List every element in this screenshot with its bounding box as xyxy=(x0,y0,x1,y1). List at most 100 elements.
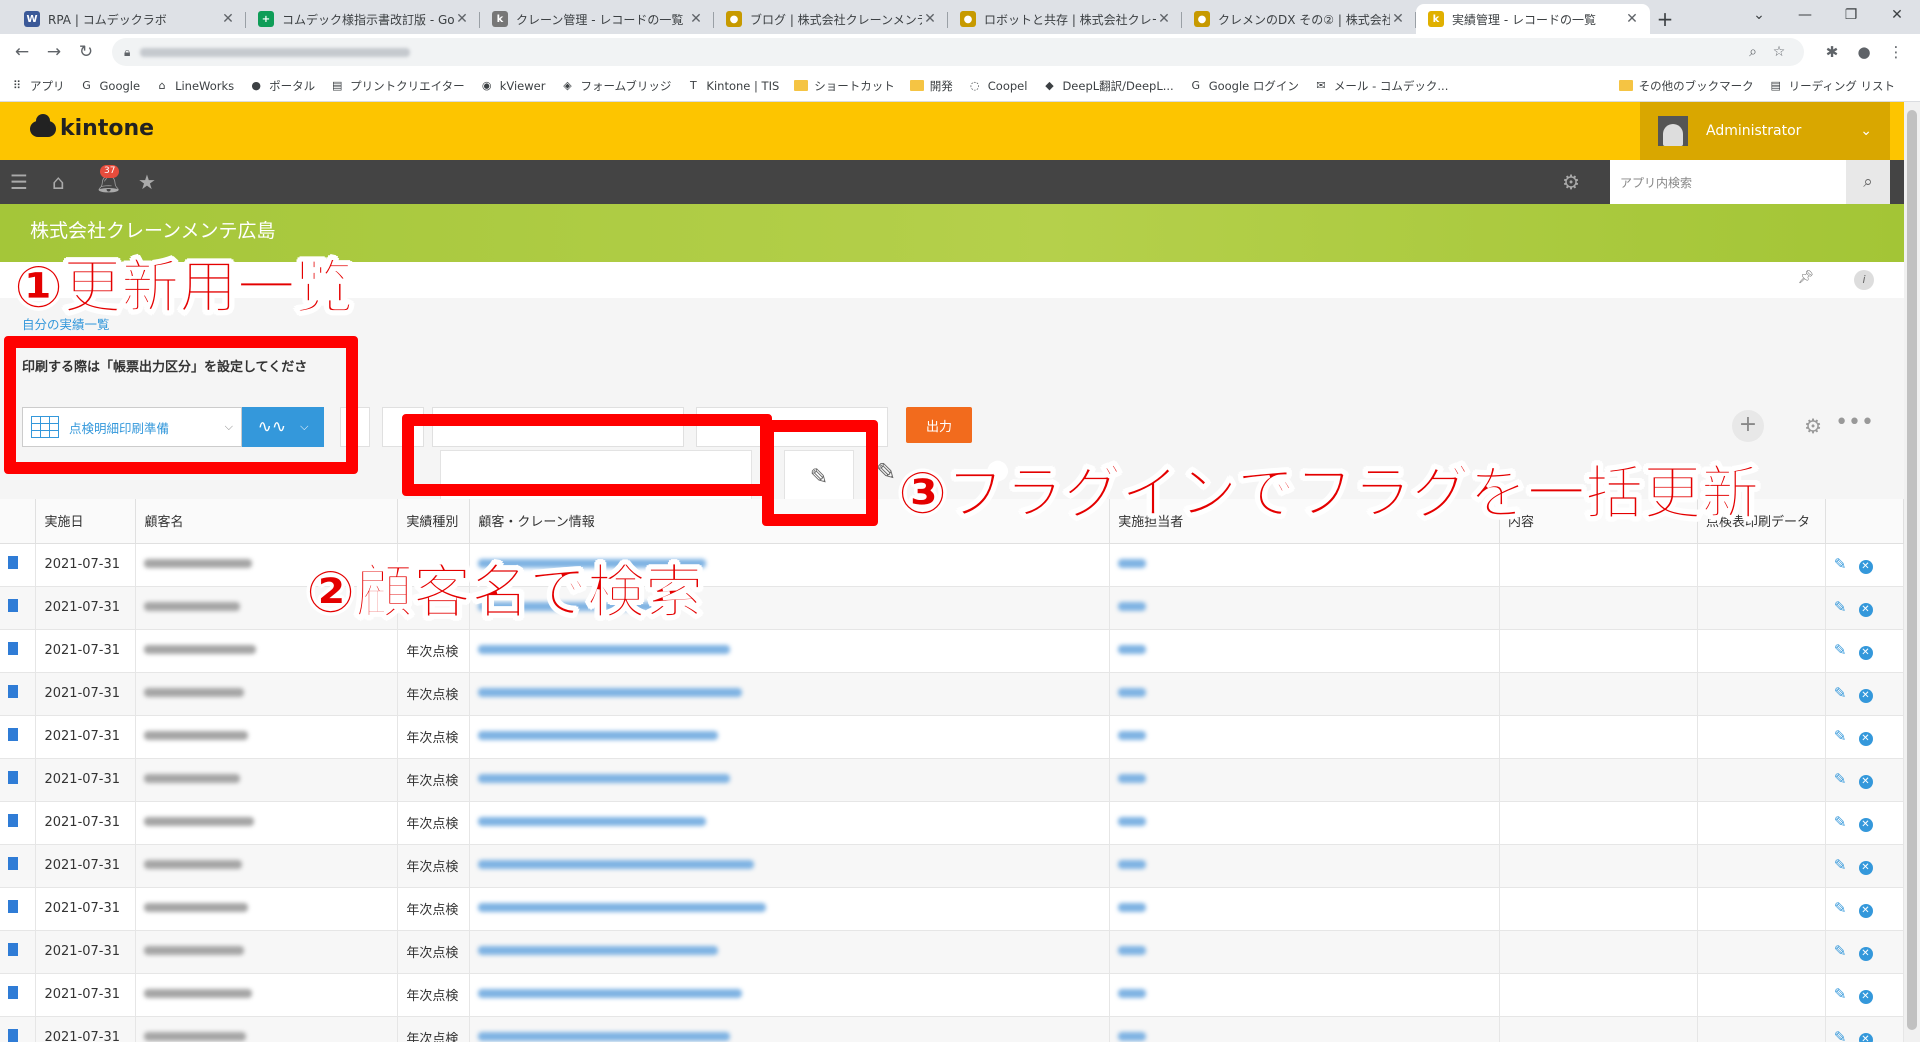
bookmark-item[interactable]: ◆ DeepL翻訳/DeepL... xyxy=(1042,78,1174,94)
document-icon[interactable] xyxy=(8,728,18,741)
edit-pencil-icon[interactable]: ✎ xyxy=(1834,813,1847,831)
row-detail-cell[interactable] xyxy=(0,930,37,974)
bookmark-item[interactable]: ◉ kViewer xyxy=(480,79,546,93)
reading-list[interactable]: ▤ リーディング リスト xyxy=(1769,78,1895,94)
pencil-icon[interactable]: ✎ xyxy=(876,458,896,486)
redacted-link[interactable] xyxy=(478,731,719,740)
staff-cell[interactable] xyxy=(1109,887,1501,931)
edit-pencil-icon[interactable]: ✎ xyxy=(1834,684,1847,702)
redacted-link[interactable] xyxy=(478,903,767,912)
edit-pencil-icon[interactable]: ✎ xyxy=(1834,942,1847,960)
bookmark-item[interactable]: ✉ メール - コムデック... xyxy=(1314,78,1448,94)
bookmark-item[interactable]: ◈ フォームブリッジ xyxy=(560,78,671,94)
staff-cell[interactable] xyxy=(1109,844,1501,888)
delete-icon[interactable]: ✕ xyxy=(1858,689,1873,703)
row-detail-cell[interactable] xyxy=(0,801,37,845)
delete-icon[interactable]: ✕ xyxy=(1858,990,1873,1004)
redacted-link[interactable] xyxy=(478,1032,731,1041)
row-detail-cell[interactable] xyxy=(0,973,37,1017)
bookmark-item[interactable]: T Kintone | TIS xyxy=(686,79,779,93)
row-detail-cell[interactable] xyxy=(0,887,37,931)
user-menu[interactable]: Administrator ⌄ xyxy=(1640,102,1890,160)
reload-icon[interactable]: ↻ xyxy=(72,38,100,66)
redacted-link[interactable] xyxy=(1118,774,1147,783)
delete-icon[interactable]: ✕ xyxy=(1858,560,1873,574)
settings-gear-icon[interactable]: ⚙ xyxy=(1804,414,1822,438)
row-detail-cell[interactable] xyxy=(0,844,37,888)
document-icon[interactable] xyxy=(8,814,18,827)
redacted-link[interactable] xyxy=(1118,1032,1147,1041)
tab-close-icon[interactable]: ✕ xyxy=(688,11,704,27)
close-window-icon[interactable]: ✕ xyxy=(1874,7,1920,23)
customer-crane-cell[interactable] xyxy=(469,973,1111,1017)
zoom-icon[interactable]: ⌕ xyxy=(1740,44,1766,60)
document-icon[interactable] xyxy=(8,857,18,870)
tab-close-icon[interactable]: ✕ xyxy=(220,11,236,27)
row-detail-cell[interactable] xyxy=(0,629,37,673)
redacted-link[interactable] xyxy=(1118,946,1147,955)
table-row[interactable]: 2021-07-31 年次点検 ✎ ✕ xyxy=(0,801,1905,845)
edit-pencil-icon[interactable]: ✎ xyxy=(1834,727,1847,745)
vertical-scrollbar[interactable] xyxy=(1904,102,1920,1042)
table-row[interactable]: 2021-07-31 ✎ ✕ xyxy=(0,543,1905,587)
document-icon[interactable] xyxy=(8,986,18,999)
edit-pencil-icon[interactable]: ✎ xyxy=(1834,598,1847,616)
customer-crane-cell[interactable] xyxy=(469,715,1111,759)
app-search-input[interactable]: アプリ内検索 xyxy=(1610,160,1846,204)
document-icon[interactable] xyxy=(8,599,18,612)
menu-icon[interactable]: ⋮ xyxy=(1880,43,1912,61)
redacted-link[interactable] xyxy=(1118,559,1147,568)
kintone-logo[interactable]: kintone xyxy=(30,113,154,141)
bookmark-item[interactable]: G Google xyxy=(80,79,140,93)
bookmark-item[interactable]: ◌ Coopel xyxy=(968,79,1027,93)
table-row[interactable]: 2021-07-31 年次点検 ✎ ✕ xyxy=(0,672,1905,716)
redacted-link[interactable] xyxy=(1118,989,1147,998)
browser-tab[interactable]: ● ブログ | 株式会社クレーンメンテ広島✕ xyxy=(714,4,948,34)
row-detail-cell[interactable] xyxy=(0,543,37,587)
staff-cell[interactable] xyxy=(1109,930,1501,974)
customer-crane-cell[interactable] xyxy=(469,801,1111,845)
browser-tab[interactable]: W RPA | コムデックラボ ✕ xyxy=(12,4,246,34)
other-bookmarks[interactable]: その他のブックマーク xyxy=(1618,78,1754,94)
redacted-link[interactable] xyxy=(478,860,755,869)
document-icon[interactable] xyxy=(8,943,18,956)
redacted-link[interactable] xyxy=(478,946,719,955)
delete-icon[interactable]: ✕ xyxy=(1858,818,1873,832)
redacted-link[interactable] xyxy=(1118,645,1147,654)
pin-icon[interactable]: 📌︎ xyxy=(1797,270,1814,285)
customer-crane-cell[interactable] xyxy=(469,758,1111,802)
edit-pencil-icon[interactable]: ✎ xyxy=(1834,985,1847,1003)
bookmark-item[interactable]: 開発 xyxy=(909,78,953,94)
favorites-star-icon[interactable]: ★ xyxy=(138,170,156,194)
browser-tab[interactable]: k 実績管理 - レコードの一覧 ✕ xyxy=(1416,4,1650,34)
document-icon[interactable] xyxy=(8,642,18,655)
delete-icon[interactable]: ✕ xyxy=(1858,1033,1873,1042)
browser-tab[interactable]: k クレーン管理 - レコードの一覧 ✕ xyxy=(480,4,714,34)
row-detail-cell[interactable] xyxy=(0,715,37,759)
delete-icon[interactable]: ✕ xyxy=(1858,861,1873,875)
gear-icon[interactable]: ⚙ xyxy=(1562,170,1580,194)
table-row[interactable]: 2021-07-31 ✎ ✕ xyxy=(0,586,1905,630)
delete-icon[interactable]: ✕ xyxy=(1858,904,1873,918)
tab-close-icon[interactable]: ✕ xyxy=(1624,11,1640,27)
bookmark-item[interactable]: ▤ プリントクリエイター xyxy=(330,78,465,94)
customer-crane-cell[interactable] xyxy=(469,930,1111,974)
hamburger-icon[interactable]: ☰ xyxy=(10,170,28,194)
redacted-link[interactable] xyxy=(1118,860,1147,869)
delete-icon[interactable]: ✕ xyxy=(1858,603,1873,617)
redacted-link[interactable] xyxy=(478,817,707,826)
address-bar[interactable]: 🔒︎ ⌕ ☆ xyxy=(112,38,1804,66)
header-customer[interactable]: 顧客名 xyxy=(135,499,399,544)
back-icon[interactable]: ← xyxy=(8,38,36,66)
forward-icon[interactable]: → xyxy=(40,38,68,66)
bookmark-item[interactable]: ショートカット xyxy=(794,78,895,94)
row-detail-cell[interactable] xyxy=(0,758,37,802)
output-button[interactable]: 出力 xyxy=(906,407,972,443)
edit-pencil-icon[interactable]: ✎ xyxy=(1834,555,1847,573)
search-icon[interactable]: ⌕ xyxy=(1846,160,1890,204)
delete-icon[interactable]: ✕ xyxy=(1858,732,1873,746)
redacted-link[interactable] xyxy=(478,688,743,697)
table-row[interactable]: 2021-07-31 年次点検 ✎ ✕ xyxy=(0,887,1905,931)
restore-icon[interactable]: ❐ xyxy=(1828,7,1874,23)
bookmark-item[interactable]: G Google ログイン xyxy=(1189,78,1298,94)
